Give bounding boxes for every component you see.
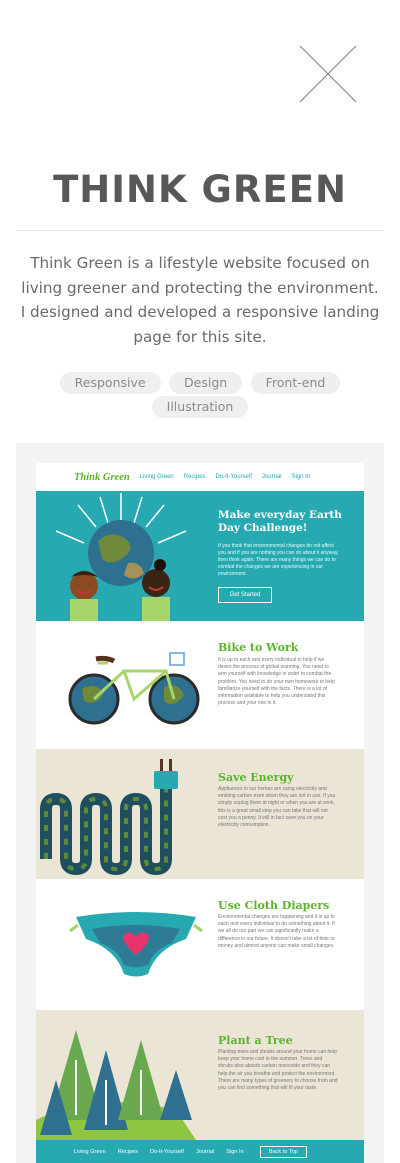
hero-heading: Make everyday Earth Day Challenge! (218, 509, 342, 534)
cloth-diaper-illustration (69, 912, 203, 977)
project-title: THINK GREEN (53, 168, 347, 211)
project-preview: Think Green Living Green Recipes Do-It-Y… (16, 443, 384, 1163)
mock-section-energy: Save Energy Appliances in our homes are … (36, 749, 364, 879)
back-to-top-button: Back to Top (259, 1145, 307, 1158)
bike-heading: Bike to Work (218, 641, 299, 654)
get-started-button: Get Started (218, 587, 272, 603)
earth-kids-illustration (55, 493, 187, 621)
mock-nav-sign-in: Sign In (291, 474, 311, 480)
tag-list: Responsive Design Front-end Illustration (40, 372, 360, 420)
close-icon (299, 45, 357, 103)
tag-design: Design (169, 372, 243, 394)
website-mockup: Think Green Living Green Recipes Do-It-Y… (36, 463, 364, 1163)
mock-navbar: Think Green Living Green Recipes Do-It-Y… (36, 463, 364, 491)
trees-illustration (36, 1030, 196, 1140)
mock-nav-diy: Do-It-Yourself (215, 474, 252, 480)
mock-hero: Make everyday Earth Day Challenge! If yo… (36, 491, 364, 621)
footer-link-journal: Journal (195, 1148, 215, 1155)
energy-heading: Save Energy (218, 771, 294, 784)
tag-responsive: Responsive (59, 372, 161, 394)
mock-section-bike: Bike to Work It is up to each and every … (36, 621, 364, 749)
plug-cord-illustration (40, 759, 178, 876)
tag-front-end: Front-end (250, 372, 341, 394)
mock-nav-journal: Journal (261, 474, 282, 480)
mock-section-tree: Plant a Tree Planting trees and shrubs a… (36, 1010, 364, 1140)
mock-nav-living-green: Living Green (139, 474, 174, 480)
close-button[interactable] (298, 44, 358, 104)
title-divider (16, 230, 384, 231)
footer-link-living-green: Living Green (74, 1148, 106, 1155)
footer-link-sign-in: Sign In (226, 1148, 244, 1155)
bike-illustration (68, 652, 200, 725)
mock-footer: Living Green Recipes Do-It-Yourself Jour… (36, 1140, 364, 1163)
project-description: Think Green is a lifestyle website focus… (20, 254, 380, 346)
mock-section-diaper: Use Cloth Diapers Environmental changes … (36, 879, 364, 1010)
tree-text: Planting trees and shrubs around your ho… (218, 1049, 338, 1092)
energy-text: Appliances in our homes are using electr… (218, 786, 336, 829)
tag-illustration: Illustration (151, 396, 249, 418)
hero-text: If you think that environmental changes … (218, 543, 339, 577)
bike-text: It is up to each and every individual to… (218, 657, 335, 707)
tree-heading: Plant a Tree (218, 1034, 293, 1047)
footer-link-recipes: Recipes (117, 1148, 138, 1155)
diaper-text: Environmental changes are happening and … (218, 914, 335, 949)
mock-nav-recipes: Recipes (183, 474, 206, 480)
mock-logo: Think Green (74, 471, 130, 483)
footer-link-diy: Do-It-Yourself (149, 1148, 184, 1155)
diaper-heading: Use Cloth Diapers (218, 899, 330, 912)
